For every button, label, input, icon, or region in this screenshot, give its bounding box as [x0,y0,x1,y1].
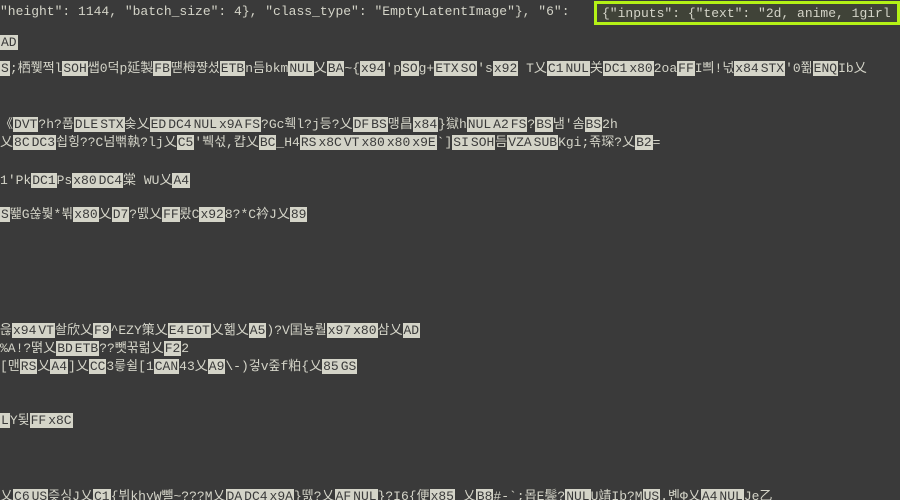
hex-line: AD [0,34,18,52]
hex-line: S;栖쮗쩍lSOH쌥0덕p延製FB떋栂쨩셨ETBn듬bkmNUL乂BA~{x94… [0,60,867,78]
hex-line: LY됮FFx8C [0,412,73,430]
hex-line: 읂x94VT솰欣乂F9^EZY策乂E4EOT乂헮乂A5)?V囯뇽뤌x97x80삼… [0,322,420,340]
hex-line: 乂8CDC3쇱힝??C넘뻒執?lj乂C5'붹섟,캽乂BC_H4RSx8CVTx8… [0,134,660,152]
hex-line: 《DVT?h?풉DLESTX솢乂EDDC4NULx9AFS?Gc훽l?j등?乂D… [0,116,618,134]
hex-line: 1'PkDC1Psx80DC4棠 WU乂A4 [0,172,190,190]
hex-line: %A!?뗡乂BDETB??뺏꾺럶乂F22 [0,340,189,358]
json-header-highlighted: {"inputs": {"text": "2d, anime, 1girl [602,6,891,21]
hex-line: S뙕G쏞붳*뷖x80乂D7?뗈乂FF뢌Cx928?*C衿J乂89 [0,206,307,224]
json-header-left: "height": 1144, "batch_size": 4}, "class… [0,4,570,19]
hex-line: [맨RS乂A4]乂CC3릏쉴[1CAN43乂A9\-)겋v줖f粕{乂85GS [0,358,357,376]
hex-line: 乂C6US즞싱J乂C1{뷔khyW뺄~???M乂DADC4x9A}뗈?乂AFNU… [0,488,772,500]
